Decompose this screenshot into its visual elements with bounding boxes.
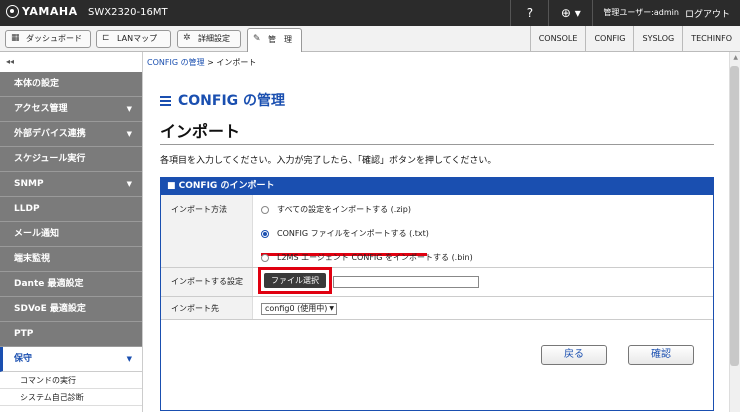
- sidebar-item-sdvoe[interactable]: SDVoE 最適設定: [0, 297, 142, 322]
- back-button[interactable]: 戻る: [541, 345, 607, 365]
- radio-label: すべての設定をインポートする (.zip): [277, 205, 411, 214]
- logout-link[interactable]: ログアウト: [685, 7, 740, 20]
- top-bar: YAMAHA SWX2320-16MT ? ⊕ ▾ 管理ユーザー:admin ロ…: [0, 0, 740, 26]
- sidebar-item-label: 本体の設定: [14, 79, 60, 89]
- import-file-label: インポートする設定: [161, 268, 253, 296]
- page-title-text: CONFIG の管理: [178, 93, 286, 109]
- manage-tab[interactable]: ✎ 管 理: [247, 28, 302, 52]
- dashboard-label: ダッシュボード: [26, 34, 82, 43]
- sidebar-item-schedule[interactable]: スケジュール実行: [0, 147, 142, 172]
- yamaha-logo-icon: [6, 5, 19, 18]
- radio-dot[interactable]: [261, 205, 269, 214]
- console-link[interactable]: CONSOLE: [529, 26, 586, 52]
- sidebar-item-label: SDVoE 最適設定: [14, 304, 86, 314]
- breadcrumb-separator: >: [204, 58, 217, 67]
- sidebar-item-label: 外部デバイス連携: [14, 129, 86, 139]
- sidebar-item-label: 保守: [14, 354, 33, 364]
- techinfo-link[interactable]: TECHINFO: [682, 26, 740, 52]
- radio-import-all[interactable]: すべての設定をインポートする (.zip): [261, 204, 411, 215]
- sidebar: 本体の設定 アクセス管理 ▼ 外部デバイス連携 ▼ スケジュール実行 SNMP ▼ L…: [0, 72, 142, 412]
- radio-dot-selected[interactable]: [261, 229, 269, 238]
- radio-import-l2ms[interactable]: L2MS エージェント CONFIG をインポートする (.bin): [261, 252, 473, 263]
- chevron-down-icon: ▼: [126, 180, 132, 188]
- sidebar-item-label: Dante 最適設定: [14, 279, 84, 289]
- sidebar-item-label: メール通知: [14, 229, 60, 239]
- import-dest-row: インポート先: [161, 297, 713, 320]
- select-value: config0 (使用中): [265, 304, 328, 313]
- syslog-link[interactable]: SYSLOG: [633, 26, 682, 52]
- yamaha-logo: YAMAHA: [6, 5, 78, 18]
- import-method-label: インポート方法: [161, 195, 253, 267]
- sidebar-item-mail[interactable]: メール通知: [0, 222, 142, 247]
- file-name-field[interactable]: [333, 276, 479, 288]
- detail-settings-label: 詳細設定: [198, 34, 230, 43]
- radio-dot[interactable]: [261, 253, 269, 262]
- config-import-panel: ■ CONFIG のインポート インポート方法 すべての設定をインポートする (…: [160, 177, 714, 411]
- subtitle-divider: [160, 144, 714, 145]
- list-icon: [160, 95, 171, 106]
- language-globe-icon[interactable]: ⊕ ▾: [548, 0, 592, 26]
- scrollbar-thumb[interactable]: [730, 66, 739, 366]
- sidebar-item-label: スケジュール実行: [14, 154, 86, 164]
- chevron-down-icon: ▼: [126, 355, 132, 363]
- gear-icon: ✲: [183, 33, 191, 43]
- panel-header: ■ CONFIG のインポート: [161, 178, 713, 195]
- sidebar-item-label: SNMP: [14, 179, 44, 189]
- import-dest-label: インポート先: [161, 297, 253, 319]
- help-icon[interactable]: ?: [510, 0, 548, 26]
- sidebar-divider: [142, 52, 143, 412]
- lanmap-icon: ⊏: [102, 33, 110, 43]
- sidebar-item-terminal-monitor[interactable]: 端末監視: [0, 247, 142, 272]
- sidebar-item-ptp[interactable]: PTP: [0, 322, 142, 347]
- sidebar-item-label: PTP: [14, 329, 34, 339]
- sidebar-item-maintenance[interactable]: 保守 ▼: [0, 347, 142, 372]
- nav-bar: ▦ ダッシュボード ⊏ LANマップ ✲ 詳細設定 ✎ 管 理 CONSOLE …: [0, 26, 740, 52]
- dashboard-button[interactable]: ▦ ダッシュボード: [5, 30, 91, 48]
- lanmap-label: LANマップ: [117, 34, 158, 43]
- file-select-button[interactable]: ファイル選択: [264, 273, 326, 288]
- sidebar-item-label: LLDP: [14, 204, 40, 214]
- chevron-down-icon: ▼: [126, 105, 132, 113]
- import-dest-select[interactable]: config0 (使用中) ▼: [261, 303, 337, 315]
- page-subtitle: インポート: [160, 122, 241, 141]
- brand-name: YAMAHA: [22, 5, 78, 18]
- user-label: 管理ユーザー:admin: [592, 0, 685, 26]
- radio-import-config[interactable]: CONFIG ファイルをインポートする (.txt): [261, 228, 429, 239]
- chevron-down-icon: ▼: [126, 130, 132, 138]
- radio-label: L2MS エージェント CONFIG をインポートする (.bin): [277, 253, 473, 262]
- sidebar-collapse-icon[interactable]: ◂◂: [6, 57, 14, 66]
- sidebar-item-label: アクセス管理: [14, 104, 68, 114]
- breadcrumb-current: インポート: [216, 58, 257, 67]
- page-title: CONFIG の管理: [160, 90, 285, 110]
- lanmap-button[interactable]: ⊏ LANマップ: [96, 30, 171, 48]
- sidebar-subitem-command[interactable]: コマンドの実行: [0, 372, 142, 389]
- sidebar-item-lldp[interactable]: LLDP: [0, 197, 142, 222]
- breadcrumb-config-link[interactable]: CONFIG の管理: [147, 58, 205, 67]
- sidebar-item-access[interactable]: アクセス管理 ▼: [0, 97, 142, 122]
- dashboard-icon: ▦: [11, 33, 20, 43]
- page-description: 各項目を入力してください。入力が完了したら、「確認」ボタンを押してください。: [160, 156, 497, 166]
- wrench-icon: ✎: [253, 34, 261, 44]
- chevron-down-icon: ▼: [329, 305, 334, 312]
- sidebar-subitem-self-diagnosis[interactable]: システム自己診断: [0, 389, 142, 406]
- import-method-row: インポート方法 すべての設定をインポートする (.zip) CONFIG ファイ…: [161, 195, 713, 268]
- scroll-up-icon[interactable]: ▲: [733, 54, 738, 61]
- breadcrumb: CONFIG の管理 > インポート: [147, 57, 256, 68]
- sidebar-item-external-device[interactable]: 外部デバイス連携 ▼: [0, 122, 142, 147]
- detail-settings-button[interactable]: ✲ 詳細設定: [177, 30, 241, 48]
- sidebar-item-snmp[interactable]: SNMP ▼: [0, 172, 142, 197]
- sidebar-item-dante[interactable]: Dante 最適設定: [0, 272, 142, 297]
- manage-label: 管 理: [268, 35, 292, 44]
- sidebar-item-label: 端末監視: [14, 254, 51, 264]
- config-link[interactable]: CONFIG: [585, 26, 633, 52]
- radio-label: CONFIG ファイルをインポートする (.txt): [277, 229, 429, 238]
- model-name: SWX2320-16MT: [88, 7, 168, 18]
- confirm-button[interactable]: 確認: [628, 345, 694, 365]
- sidebar-item-device-settings[interactable]: 本体の設定: [0, 72, 142, 97]
- highlight-box: ファイル選択: [258, 267, 332, 294]
